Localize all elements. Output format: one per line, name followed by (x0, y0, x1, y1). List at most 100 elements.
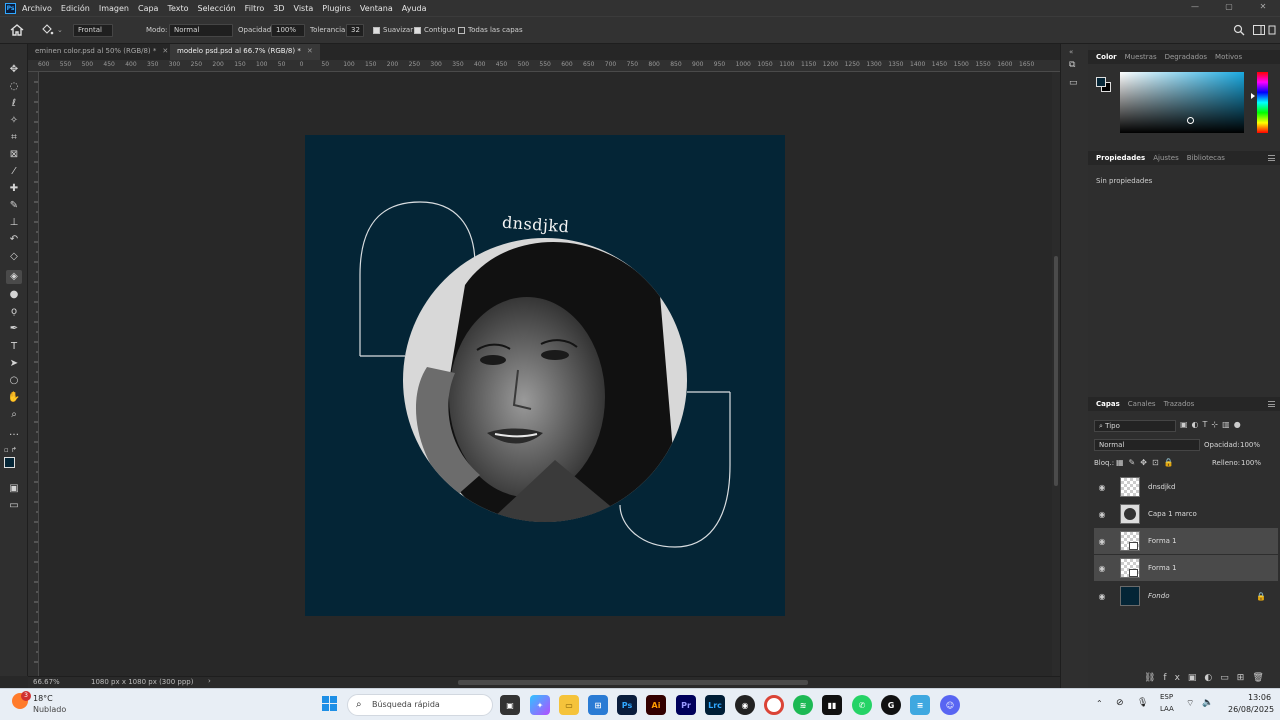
foreground-color-swatch[interactable] (1096, 77, 1106, 87)
brush-tool-icon[interactable]: ✎ (6, 199, 22, 213)
foreground-color-swatch[interactable] (4, 457, 15, 468)
layer-name[interactable]: Forma 1 (1148, 564, 1177, 572)
clock-time[interactable]: 13:06 (1248, 693, 1271, 702)
panel-menu-icon[interactable] (1268, 401, 1275, 407)
artboard[interactable]: dnsdjkd (305, 135, 785, 616)
frame-tool-icon[interactable]: ⊠ (6, 148, 22, 162)
app-circle-icon[interactable]: G (881, 695, 901, 715)
weather-desc[interactable]: Nublado (33, 705, 66, 714)
eye-icon[interactable]: ◉ (1096, 564, 1108, 573)
menu-filtro[interactable]: Filtro (245, 4, 265, 13)
menu-ventana[interactable]: Ventana (360, 4, 393, 13)
horizontal-scrollbar[interactable] (458, 680, 808, 685)
minimize-button[interactable]: — (1178, 0, 1212, 16)
zoom-tool-icon[interactable]: ⌕ (6, 408, 22, 422)
layer-name[interactable]: dnsdjkd (1148, 483, 1175, 491)
path-selection-tool-icon[interactable]: ➤ (6, 357, 22, 371)
antialias-checkbox[interactable]: Suavizar (373, 17, 413, 43)
tab-capas[interactable]: Capas (1096, 400, 1120, 408)
layer-row-capa-1-marco[interactable]: ◉ Capa 1 marco (1094, 501, 1278, 527)
language-sub[interactable]: LAA (1160, 705, 1174, 713)
eye-icon[interactable]: ◉ (1096, 592, 1108, 601)
layer-filter-icons[interactable]: ▣◐T⊹▥● (1180, 420, 1272, 432)
windows-start-icon[interactable] (322, 696, 338, 712)
tab-muestras[interactable]: Muestras (1125, 53, 1157, 61)
color-picker-handle[interactable] (1187, 117, 1194, 124)
language-indicator[interactable]: ESP (1160, 693, 1173, 701)
eyedropper-tool-icon[interactable]: ⁄ (6, 165, 22, 179)
store-icon[interactable]: ⊞ (588, 695, 608, 715)
tab-color[interactable]: Color (1096, 53, 1117, 61)
app-pr-icon[interactable]: Pr (676, 695, 696, 715)
move-tool-icon[interactable]: ✥ (6, 63, 22, 77)
file-explorer-icon[interactable]: ▭ (559, 695, 579, 715)
magic-wand-tool-icon[interactable]: ✧ (6, 114, 22, 128)
obs-icon[interactable]: ◉ (735, 695, 755, 715)
maximize-button[interactable]: ▢ (1212, 0, 1246, 16)
tab-eminen-color[interactable]: eminen color.psd al 50% (RGB/8) * ✕ (28, 44, 175, 60)
healing-brush-tool-icon[interactable]: ✚ (6, 182, 22, 196)
weather-temp[interactable]: 18°C (33, 694, 53, 703)
collapse-panels-icon[interactable]: « (1069, 48, 1073, 56)
menu-vista[interactable]: Vista (294, 4, 314, 13)
blend-mode-select[interactable]: Normal (1094, 439, 1200, 451)
app-lrc-icon[interactable]: Lrc (705, 695, 725, 715)
network-icon[interactable]: ⊘ (1116, 698, 1124, 708)
eye-icon[interactable]: ◉ (1096, 483, 1108, 492)
layer-opacity-input[interactable]: 100% (1240, 439, 1270, 451)
type-tool-icon[interactable]: T (6, 340, 22, 354)
ellipse-tool-icon[interactable]: ○ (6, 374, 22, 388)
chrome-icon[interactable] (764, 695, 784, 715)
close-tab-icon[interactable]: ✕ (162, 47, 168, 55)
quick-mask-icon[interactable]: ▣ (6, 482, 22, 496)
contiguous-checkbox[interactable]: Contiguo (414, 17, 455, 43)
comments-panel-icon[interactable]: ▭ (1069, 78, 1078, 88)
eye-icon[interactable]: ◉ (1096, 510, 1108, 519)
app-ai-icon[interactable]: Ai (646, 695, 666, 715)
pen-tool-icon[interactable]: ✒ (6, 322, 22, 336)
layer-row-forma-1[interactable]: ◉ Forma 1 (1094, 528, 1278, 554)
scrollbar-thumb[interactable] (1054, 256, 1058, 486)
share-icon[interactable] (1268, 17, 1276, 43)
copilot-icon[interactable]: ✦ (530, 695, 550, 715)
screen-mode-icon[interactable]: ▭ (6, 499, 22, 513)
discord-icon[interactable]: ☺ (940, 695, 960, 715)
menu-ayuda[interactable]: Ayuda (402, 4, 427, 13)
task-view-icon[interactable]: ▣ (500, 695, 520, 715)
menu-plugins[interactable]: Plugins (322, 4, 351, 13)
layer-row-fondo[interactable]: ◉ Fondo 🔒 (1094, 583, 1278, 609)
menu-imagen[interactable]: Imagen (99, 4, 129, 13)
menu-capa[interactable]: Capa (138, 4, 158, 13)
history-brush-tool-icon[interactable]: ↶ (6, 233, 22, 247)
eraser-tool-icon[interactable]: ◇ (6, 250, 22, 264)
lasso-tool-icon[interactable]: ℓ (6, 97, 22, 111)
spotify-icon[interactable]: ≋ (793, 695, 813, 715)
hue-slider[interactable] (1257, 72, 1268, 133)
close-tab-icon[interactable]: ✕ (307, 47, 313, 55)
menu-texto[interactable]: Texto (167, 4, 188, 13)
history-panel-icon[interactable]: ⧉ (1069, 60, 1075, 70)
panel-menu-icon[interactable] (1268, 155, 1275, 161)
microphone-icon[interactable]: 🎙 (1137, 698, 1148, 708)
layer-name[interactable]: Capa 1 marco (1148, 510, 1197, 518)
status-menu-arrow-icon[interactable]: › (208, 677, 211, 685)
tolerance-input[interactable]: 32 (346, 23, 364, 37)
hand-tool-icon[interactable]: ✋ (6, 391, 22, 405)
opacity-input[interactable]: 100% (271, 23, 305, 37)
color-saturation-field[interactable] (1120, 72, 1244, 133)
mode-select[interactable]: Normal (169, 23, 233, 37)
tab-modelo-psd[interactable]: modelo psd.psd al 66.7% (RGB/8) * ✕ (170, 44, 320, 60)
tab-bibliotecas[interactable]: Bibliotecas (1187, 154, 1225, 162)
menu-3d[interactable]: 3D (273, 4, 284, 13)
menu-edicion[interactable]: Edición (61, 4, 90, 13)
all-layers-checkbox[interactable]: Todas las capas (458, 17, 523, 43)
eye-icon[interactable]: ◉ (1096, 537, 1108, 546)
marquee-tool-icon[interactable]: ◌ (6, 80, 22, 94)
blur-tool-icon[interactable]: ● (6, 288, 22, 302)
taskbar-search-box[interactable]: ⌕ Búsqueda rápida (347, 694, 493, 716)
crop-tool-icon[interactable]: ⌗ (6, 131, 22, 145)
layer-row-dnsdjkd[interactable]: ◉ dnsdjkd (1094, 474, 1278, 500)
lock-icons[interactable]: ▦✎✥⊡🔒 (1116, 458, 1179, 467)
stamp-tool-icon[interactable]: ⊥ (6, 216, 22, 230)
layer-row-forma-1[interactable]: ◉ Forma 1 (1094, 555, 1278, 581)
